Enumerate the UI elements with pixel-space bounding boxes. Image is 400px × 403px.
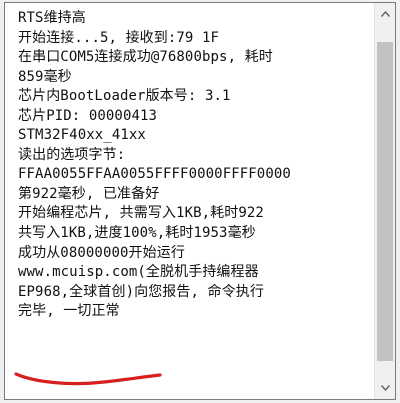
log-line: 芯片PID: 00000413 bbox=[18, 107, 158, 124]
scrollbar-track[interactable] bbox=[377, 24, 393, 378]
log-line: 第922毫秒, 已准备好 bbox=[18, 185, 160, 202]
log-line: 完毕, 一切正常 bbox=[18, 303, 120, 320]
scroll-down-arrow-icon[interactable] bbox=[376, 379, 394, 397]
vertical-scrollbar[interactable] bbox=[374, 3, 395, 399]
log-line: 读出的选项字节: bbox=[18, 146, 126, 163]
log-line: 共写入1KB,进度100%,耗时1953毫秒 bbox=[18, 225, 256, 242]
log-line: 成功从08000000开始运行 bbox=[18, 244, 185, 261]
log-text[interactable]: RTS维持高 开始连接...5, 接收到:79 1F 在串口COM5连接成功@7… bbox=[18, 9, 370, 322]
log-line: 859毫秒 bbox=[18, 68, 72, 85]
log-pane[interactable]: RTS维持高 开始连接...5, 接收到:79 1F 在串口COM5连接成功@7… bbox=[4, 2, 396, 400]
scroll-up-arrow-icon[interactable] bbox=[376, 5, 394, 23]
log-line: 开始连接...5, 接收到:79 1F bbox=[18, 29, 220, 46]
log-line: www.mcuisp.com(全脱机手持编程器 bbox=[18, 264, 259, 281]
log-line: STM32F40xx_41xx bbox=[18, 127, 146, 144]
log-line: 开始编程芯片, 共需写入1KB,耗时922 bbox=[18, 205, 264, 222]
log-line: FFAA0055FFAA0055FFFF0000FFFF0000 bbox=[18, 166, 291, 183]
log-line: 芯片内BootLoader版本号: 3.1 bbox=[18, 88, 231, 105]
log-line: RTS维持高 bbox=[18, 10, 86, 26]
log-line: 在串口COM5连接成功@76800bps, 耗时 bbox=[18, 49, 273, 66]
scrollbar-thumb[interactable] bbox=[377, 42, 393, 361]
log-line: EP968,全球首创)向您报告, 命令执行 bbox=[18, 283, 264, 300]
